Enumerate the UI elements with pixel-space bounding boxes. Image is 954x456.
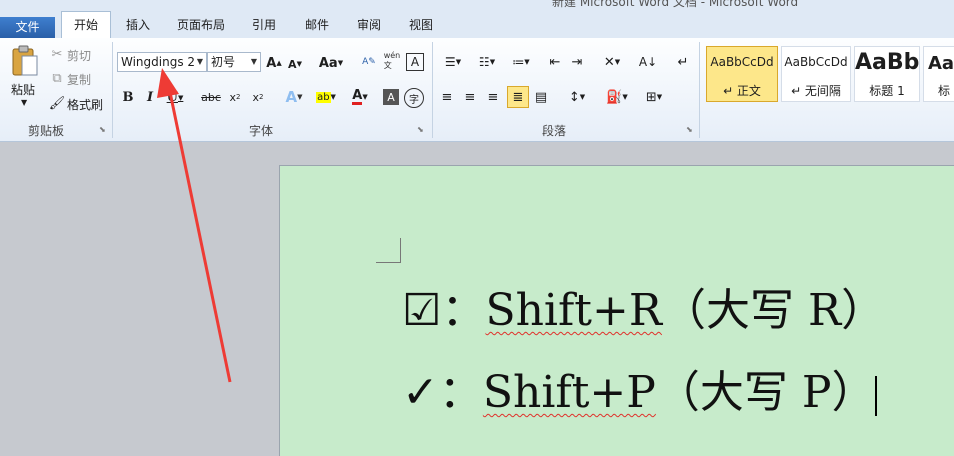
style-no-spacing[interactable]: AaBbCcDd ↵ 无间隔 (781, 46, 851, 102)
paragraph-launcher-icon[interactable]: ⬊ (686, 125, 693, 134)
subscript-icon[interactable]: x2 (226, 89, 244, 105)
bold-icon[interactable]: B (120, 89, 136, 105)
clear-formatting-icon[interactable]: A✎ (360, 52, 378, 72)
paragraph-group-label: 段落 (542, 124, 567, 138)
cut-button[interactable]: 剪切 (67, 47, 91, 64)
shortcut-note: （大写 P） (655, 367, 876, 418)
cut-icon[interactable]: ✂ (50, 47, 64, 62)
style-name: 标题 1 (869, 84, 905, 98)
checkmark-symbol: ✓ (402, 367, 439, 418)
numbering-icon[interactable]: ☷ ▼ (472, 53, 502, 71)
show-paragraph-marks-icon[interactable]: ↵ (674, 52, 692, 72)
distributed-icon[interactable]: ▤ (532, 88, 550, 106)
chevron-down-icon: ▼ (250, 57, 257, 66)
clipboard-group-label: 剪贴板 (28, 124, 65, 138)
shortcut-keys: Shift+R (485, 285, 662, 336)
increase-indent-icon[interactable]: ⇥ (568, 53, 586, 71)
style-name: ↵ 正文 (723, 84, 761, 98)
style-heading-2[interactable]: Aa 标 (923, 46, 954, 102)
text-cursor (875, 375, 878, 416)
copy-button[interactable]: 复制 (67, 71, 91, 88)
font-group-label: 字体 (249, 124, 274, 138)
tab-insert[interactable]: 插入 (126, 16, 150, 33)
font-family-value: Wingdings 2 (121, 55, 196, 69)
style-name: ↵ 无间隔 (791, 84, 841, 98)
style-heading-1[interactable]: AaBb 标题 1 (854, 46, 920, 102)
doc-line-1[interactable]: ☑：Shift+R（大写 R） (402, 274, 885, 338)
tab-view[interactable]: 视图 (409, 16, 433, 33)
tab-file[interactable]: 文件 (0, 17, 55, 38)
colon: ： (438, 367, 483, 418)
document-page[interactable]: ☑：Shift+R（大写 R） ✓：Shift+P（大写 P） (279, 165, 954, 456)
group-divider (112, 42, 113, 138)
decrease-indent-icon[interactable]: ⇤ (546, 53, 564, 71)
shrink-font-icon[interactable]: A ▼ (287, 56, 303, 72)
superscript-icon[interactable]: x2 (249, 89, 267, 105)
align-right-icon[interactable]: ≡ (484, 88, 502, 106)
font-family-select[interactable]: Wingdings 2 ▼ (117, 52, 207, 72)
title-bar: 新建 Microsoft Word 文档 - Microsoft Word (0, 0, 954, 8)
style-sample: AaBbCcDd (784, 55, 848, 69)
tab-references[interactable]: 引用 (252, 16, 276, 33)
font-size-select[interactable]: 初号 ▼ (207, 52, 261, 72)
group-divider (699, 42, 700, 138)
clipboard-launcher-icon[interactable]: ⬊ (99, 125, 106, 134)
bullets-icon[interactable]: ☰ ▼ (438, 53, 468, 71)
paste-button[interactable]: 粘贴 (11, 81, 35, 98)
phonetic-guide-icon[interactable]: wén 文 (382, 51, 402, 71)
shortcut-keys: Shift+P (482, 367, 656, 418)
align-center-icon[interactable]: ≡ (461, 88, 479, 106)
tab-page-layout[interactable]: 页面布局 (177, 16, 225, 33)
paste-dropdown-icon[interactable]: ▼ (21, 98, 27, 107)
enclose-characters-icon[interactable]: 字 (404, 88, 424, 108)
line-spacing-icon[interactable]: ↕ ▼ (564, 88, 590, 106)
margin-corner-mark (376, 238, 401, 263)
underline-icon[interactable]: U ▼ (163, 89, 187, 105)
style-sample: Aa (928, 53, 954, 74)
shortcut-note: （大写 R） (661, 285, 886, 336)
change-case-label: Aa (318, 55, 338, 71)
format-painter-button[interactable]: 格式刷 (67, 96, 103, 113)
doc-line-2[interactable]: ✓：Shift+P（大写 P） (402, 356, 878, 420)
multilevel-list-icon[interactable]: ≔ ▼ (506, 53, 536, 71)
text-effects-icon[interactable]: A ▼ (280, 88, 308, 106)
tab-mailings[interactable]: 邮件 (305, 16, 329, 33)
style-sample: AaBbCcDd (710, 55, 774, 69)
copy-icon[interactable]: ⧉ (50, 71, 64, 86)
colon: ： (441, 285, 486, 336)
style-sample: AaBb (855, 50, 920, 75)
paste-icon[interactable] (10, 44, 40, 78)
character-border-icon[interactable]: A (406, 53, 424, 71)
justify-icon[interactable]: ≣ (507, 86, 529, 108)
tab-home[interactable]: 开始 (61, 11, 111, 39)
grow-font-icon[interactable]: A ▲ (265, 54, 283, 72)
group-divider (432, 42, 433, 138)
ribbon: 粘贴 ▼ ✂ 剪切 ⧉ 复制 🖌 格式刷 剪贴板 ⬊ Wingdings 2 ▼… (0, 38, 954, 142)
window-title: 新建 Microsoft Word 文档 - Microsoft Word (552, 0, 799, 8)
sort-icon[interactable]: A↓ (638, 52, 658, 72)
shading-icon[interactable]: ⛽ ▼ (604, 87, 630, 107)
italic-icon[interactable]: I (142, 89, 158, 105)
format-painter-icon[interactable]: 🖌 (49, 96, 66, 111)
highlight-color-icon[interactable]: ab ▼ (311, 87, 341, 107)
tab-review[interactable]: 审阅 (357, 16, 381, 33)
chevron-down-icon: ▼ (196, 57, 203, 66)
character-shading-icon[interactable]: A (383, 89, 399, 105)
font-launcher-icon[interactable]: ⬊ (417, 125, 424, 134)
font-size-value: 初号 (211, 55, 236, 69)
style-normal[interactable]: AaBbCcDd ↵ 正文 (706, 46, 778, 102)
strikethrough-icon[interactable]: abc (200, 89, 222, 105)
align-left-icon[interactable]: ≡ (438, 88, 456, 106)
font-color-icon[interactable]: A ▼ (346, 87, 374, 107)
change-case-icon[interactable]: Aa ▼ (318, 54, 344, 72)
borders-icon[interactable]: ⊞ ▼ (640, 87, 668, 107)
chinese-layout-icon[interactable]: ✕ ▼ (598, 52, 626, 72)
style-name: 标 (938, 84, 951, 98)
ribbon-tab-bar: 文件 开始 插入 页面布局 引用 邮件 审阅 视图 (0, 8, 954, 39)
checkbox-symbol: ☑ (402, 285, 442, 336)
